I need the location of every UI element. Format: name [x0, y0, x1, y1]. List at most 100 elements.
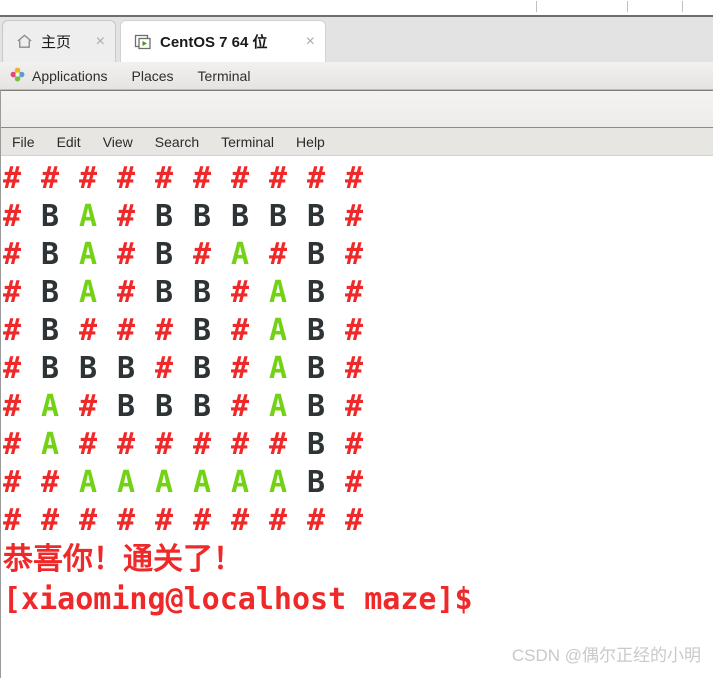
- maze-cell-open: B: [307, 351, 326, 386]
- maze-cell-wall: #: [231, 313, 250, 348]
- tab-centos-vm[interactable]: CentOS 7 64 位 ×: [120, 20, 326, 62]
- maze-cell-wall: #: [3, 465, 22, 500]
- tab-home-close-icon[interactable]: ×: [94, 33, 107, 50]
- maze-cell-wall: #: [193, 237, 212, 272]
- menu-file[interactable]: File: [1, 128, 46, 156]
- maze-cell-wall: #: [231, 275, 250, 310]
- maze-cell-route: A: [41, 427, 60, 462]
- maze-cell-wall: #: [345, 427, 364, 462]
- maze-cell-route: A: [79, 237, 98, 272]
- terminal-output-area[interactable]: # # # # # # # # # # # B A # B B B B B # # B A # B # A # B # # B A # B B # A B #…: [1, 156, 713, 676]
- maze-cell-wall: #: [345, 161, 364, 196]
- maze-cell-wall: #: [193, 503, 212, 538]
- maze-cell-wall: #: [345, 199, 364, 234]
- maze-row: # B A # B # A # B #: [3, 236, 713, 274]
- maze-cell-wall: #: [117, 313, 136, 348]
- maze-cell-open: B: [41, 313, 60, 348]
- maze-cell-open: B: [79, 351, 98, 386]
- maze-cell-open: B: [117, 389, 136, 424]
- maze-cell-wall: #: [155, 351, 174, 386]
- maze-cell-wall: #: [79, 161, 98, 196]
- tab-centos-vm-label: CentOS 7 64 位: [160, 34, 268, 51]
- maze-cell-wall: #: [41, 161, 60, 196]
- menu-edit[interactable]: Edit: [46, 128, 92, 156]
- maze-cell-open: B: [307, 465, 326, 500]
- maze-cell-route: A: [155, 465, 174, 500]
- maze-cell-open: B: [307, 313, 326, 348]
- topstrip-divider-tick: [627, 1, 628, 12]
- maze-cell-wall: #: [3, 427, 22, 462]
- menu-help[interactable]: Help: [285, 128, 336, 156]
- maze-cell-route: A: [79, 465, 98, 500]
- maze-cell-wall: #: [3, 161, 22, 196]
- maze-cell-wall: #: [41, 503, 60, 538]
- maze-cell-wall: #: [193, 427, 212, 462]
- maze-cell-open: B: [307, 427, 326, 462]
- maze-cell-route: A: [41, 389, 60, 424]
- win-message-line: 恭喜你！通关了！: [3, 542, 243, 577]
- maze-cell-open: B: [231, 199, 250, 234]
- maze-cell-wall: #: [3, 275, 22, 310]
- maze-cell-open: B: [193, 275, 212, 310]
- maze-cell-wall: #: [155, 503, 174, 538]
- maze-cell-wall: #: [3, 389, 22, 424]
- maze-cell-wall: #: [79, 313, 98, 348]
- maze-cell-route: A: [269, 465, 288, 500]
- maze-cell-wall: #: [269, 161, 288, 196]
- maze-cell-wall: #: [117, 275, 136, 310]
- vm-window-top-strip: [0, 0, 713, 17]
- panel-terminal-menu[interactable]: Terminal: [186, 68, 263, 84]
- maze-cell-wall: #: [155, 161, 174, 196]
- maze-cell-wall: #: [3, 313, 22, 348]
- shell-prompt-line: [xiaoming@localhost maze]$: [3, 582, 473, 617]
- home-icon: [15, 32, 34, 51]
- maze-cell-wall: #: [3, 199, 22, 234]
- maze-grid: # # # # # # # # # # # B A # B B B B B # # B A # B # A # B # # B A # B B # A B #…: [3, 160, 713, 540]
- maze-cell-wall: #: [79, 503, 98, 538]
- maze-row: # # # # # # # # # #: [3, 502, 713, 540]
- applications-icon: [10, 67, 25, 85]
- terminal-titlebar[interactable]: [1, 90, 713, 128]
- maze-cell-route: A: [79, 275, 98, 310]
- maze-cell-wall: #: [345, 275, 364, 310]
- terminal-menubar: File Edit View Search Terminal Help: [1, 128, 713, 156]
- maze-cell-wall: #: [345, 351, 364, 386]
- maze-cell-wall: #: [269, 427, 288, 462]
- maze-cell-wall: #: [231, 351, 250, 386]
- maze-cell-route: A: [79, 199, 98, 234]
- panel-applications-label: Applications: [32, 67, 108, 84]
- maze-row: # B A # B B B B B #: [3, 198, 713, 236]
- panel-places-menu[interactable]: Places: [120, 68, 186, 84]
- maze-cell-wall: #: [117, 161, 136, 196]
- menu-view[interactable]: View: [92, 128, 144, 156]
- maze-cell-wall: #: [3, 503, 22, 538]
- maze-cell-wall: #: [345, 389, 364, 424]
- maze-row: # B A # B B # A B #: [3, 274, 713, 312]
- maze-cell-wall: #: [79, 389, 98, 424]
- maze-row: # B # # # B # A B #: [3, 312, 713, 350]
- vm-tab-bar: 主页 × CentOS 7 64 位 ×: [0, 17, 713, 62]
- maze-cell-wall: #: [155, 427, 174, 462]
- maze-cell-open: B: [117, 351, 136, 386]
- maze-row: # A # # # # # # B #: [3, 426, 713, 464]
- maze-cell-wall: #: [345, 237, 364, 272]
- maze-cell-open: B: [307, 275, 326, 310]
- maze-cell-route: A: [193, 465, 212, 500]
- maze-cell-route: A: [269, 313, 288, 348]
- menu-search[interactable]: Search: [144, 128, 210, 156]
- maze-cell-wall: #: [345, 313, 364, 348]
- menu-terminal[interactable]: Terminal: [210, 128, 285, 156]
- vm-play-icon: [133, 32, 153, 52]
- maze-cell-open: B: [41, 199, 60, 234]
- csdn-watermark: CSDN @偶尔正经的小明: [511, 646, 701, 665]
- maze-cell-wall: #: [155, 313, 174, 348]
- panel-places-label: Places: [131, 67, 174, 84]
- maze-cell-wall: #: [117, 237, 136, 272]
- tab-centos-vm-close-icon[interactable]: ×: [304, 33, 317, 50]
- maze-cell-wall: #: [269, 503, 288, 538]
- panel-applications-menu[interactable]: Applications: [0, 67, 120, 85]
- maze-cell-open: B: [41, 275, 60, 310]
- tab-home[interactable]: 主页 ×: [2, 20, 116, 62]
- maze-row: # # A A A A A A B #: [3, 464, 713, 502]
- maze-cell-wall: #: [231, 503, 250, 538]
